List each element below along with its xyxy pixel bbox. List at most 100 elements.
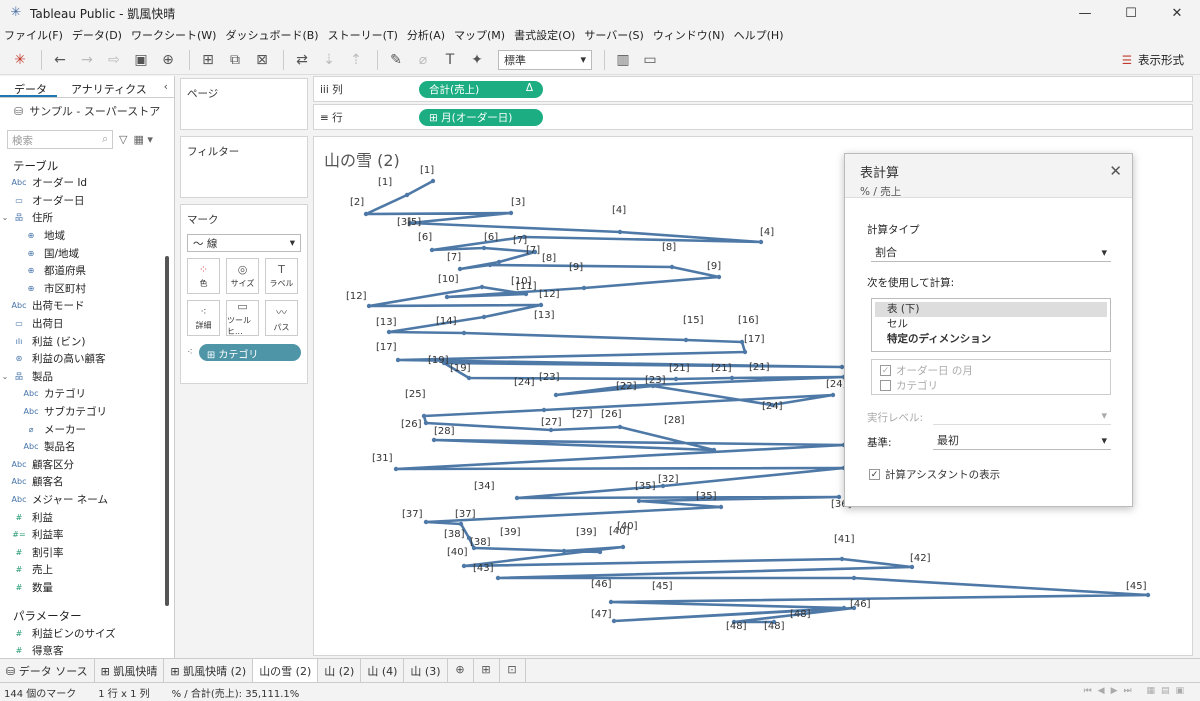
data-point[interactable]	[481, 314, 487, 320]
data-point[interactable]	[421, 413, 427, 419]
tableau-icon[interactable]: ✳	[8, 49, 32, 71]
month-checkbox[interactable]: ✓	[880, 365, 891, 376]
data-point[interactable]	[636, 498, 642, 504]
data-point[interactable]	[729, 375, 735, 381]
redo-icon[interactable]: →	[75, 49, 99, 71]
data-point[interactable]	[909, 564, 915, 570]
field-item[interactable]: ⊕ 地域	[0, 227, 165, 245]
data-point[interactable]	[393, 466, 399, 472]
data-point[interactable]	[541, 407, 547, 413]
undo-icon[interactable]: ←	[48, 49, 72, 71]
sort-desc-icon[interactable]: ⇡	[344, 49, 368, 71]
color-button[interactable]: ⁘ 色	[187, 258, 220, 294]
assistant-checkbox[interactable]: ✓	[869, 469, 880, 480]
replay-icon[interactable]: ⇨	[102, 49, 126, 71]
save-icon[interactable]: ▣	[129, 49, 153, 71]
data-point[interactable]	[830, 392, 836, 398]
group-icon[interactable]: ⌀	[411, 49, 435, 71]
data-point[interactable]	[466, 375, 472, 381]
data-point[interactable]	[711, 447, 717, 453]
show-me-button[interactable]: ☰ 表示形式	[1122, 52, 1184, 68]
data-point[interactable]	[481, 245, 487, 251]
tab-sheet[interactable]: 山 (3)	[404, 658, 448, 683]
base-select[interactable]: 最初 ▾	[933, 431, 1111, 450]
data-point[interactable]	[429, 247, 435, 253]
data-point[interactable]	[395, 357, 401, 363]
field-item[interactable]: ⌄ 品製品	[0, 368, 165, 386]
clear-sheet-icon[interactable]: ⊠	[250, 49, 274, 71]
label-button[interactable]: T ラベル	[265, 258, 298, 294]
close-window-button[interactable]: ✕	[1154, 0, 1200, 26]
data-point[interactable]	[561, 548, 567, 554]
maximize-button[interactable]: ☐	[1108, 0, 1154, 26]
datasource-item[interactable]: ⛁ サンプル - スーパーストア	[0, 98, 174, 124]
new-dashboard-icon[interactable]: ⊞	[474, 658, 500, 683]
mark-type-select[interactable]: 〜 線 ▾	[187, 234, 301, 252]
menu-dashboard[interactable]: ダッシュボード(B)	[225, 27, 318, 43]
sheet-nav-buttons[interactable]: ⏮◀▶⏭ ▦▤▣	[1084, 686, 1190, 696]
option-specific-dimensions[interactable]: 特定のディメンション	[875, 332, 1107, 347]
tab-datasource[interactable]: ⛁ データ ソース	[0, 658, 95, 683]
tab-sheet[interactable]: ⊞ 凱風快晴 (2)	[164, 658, 254, 683]
menu-server[interactable]: サーバー(S)	[584, 27, 643, 43]
data-point[interactable]	[669, 264, 675, 270]
data-point[interactable]	[461, 563, 467, 569]
view-options-icon[interactable]: ▦ ▾	[133, 133, 152, 146]
data-point[interactable]	[683, 337, 689, 343]
field-item[interactable]: ⌀ メーカー	[0, 420, 165, 438]
duplicate-sheet-icon[interactable]: ⧉	[223, 49, 247, 71]
menu-help[interactable]: ヘルプ(H)	[734, 27, 784, 43]
data-point[interactable]	[514, 495, 520, 501]
data-point[interactable]	[461, 330, 467, 336]
field-item[interactable]: # 割引率	[0, 543, 165, 561]
size-button[interactable]: ◎ サイズ	[226, 258, 259, 294]
parameter-item[interactable]: # 利益ビンのサイズ	[0, 624, 165, 642]
menu-format[interactable]: 書式設定(O)	[514, 27, 575, 43]
field-item[interactable]: Abc メジャー ネーム	[0, 491, 165, 509]
data-point[interactable]	[457, 266, 463, 272]
category-checkbox[interactable]	[880, 380, 891, 391]
filters-card[interactable]: フィルター	[180, 136, 308, 198]
data-point[interactable]	[523, 291, 529, 297]
tab-analytics[interactable]: アナリティクス	[57, 76, 157, 97]
menu-data[interactable]: データ(D)	[72, 27, 122, 43]
pages-card[interactable]: ページ	[180, 78, 308, 130]
field-item[interactable]: Abc 顧客名	[0, 473, 165, 491]
field-item[interactable]: Abc 顧客区分	[0, 456, 165, 474]
field-item[interactable]: ⌄ 品住所	[0, 209, 165, 227]
data-point[interactable]	[1145, 592, 1151, 598]
new-worksheet-icon[interactable]: ⊞	[196, 49, 220, 71]
field-item[interactable]: # 数量	[0, 579, 165, 597]
minimize-button[interactable]: —	[1062, 0, 1108, 26]
show-cards-icon[interactable]: ▥	[611, 49, 635, 71]
presentation-icon[interactable]: ▭	[638, 49, 662, 71]
highlight-icon[interactable]: ✎	[384, 49, 408, 71]
data-point[interactable]	[508, 210, 514, 216]
menu-map[interactable]: マップ(M)	[454, 27, 505, 43]
field-item[interactable]: Abc カテゴリ	[0, 385, 165, 403]
option-table-down[interactable]: 表 (下)	[875, 302, 1107, 317]
menu-file[interactable]: ファイル(F)	[4, 27, 63, 43]
tab-sheet-active[interactable]: 山の雪 (2)	[253, 658, 319, 683]
search-input[interactable]: 検索 ⌕	[7, 130, 113, 149]
field-item[interactable]: ılı 利益 (ビン)	[0, 332, 165, 350]
path-button[interactable]: 〰パス	[265, 300, 298, 336]
filter-icon[interactable]: ▽	[119, 133, 127, 146]
category-pill[interactable]: ⊞ カテゴリ	[198, 344, 301, 361]
field-item[interactable]: Abc 出荷モード	[0, 297, 165, 315]
data-point[interactable]	[479, 284, 485, 290]
data-point[interactable]	[538, 302, 544, 308]
close-icon[interactable]: ✕	[1109, 162, 1122, 180]
level-select[interactable]: ▾	[933, 406, 1111, 425]
swap-icon[interactable]: ⇄	[290, 49, 314, 71]
data-point[interactable]	[620, 544, 626, 550]
data-point[interactable]	[444, 294, 450, 300]
field-item[interactable]: Abc 製品名	[0, 438, 165, 456]
data-point[interactable]	[363, 211, 369, 217]
month-pill[interactable]: ⊞ 月(オーダー日)	[419, 108, 543, 126]
data-point[interactable]	[716, 274, 722, 280]
menu-story[interactable]: ストーリー(T)	[328, 27, 398, 43]
data-point[interactable]	[673, 376, 679, 382]
tab-sheet[interactable]: 山 (4)	[361, 658, 405, 683]
field-item[interactable]: ▭ オーダー日	[0, 192, 165, 210]
